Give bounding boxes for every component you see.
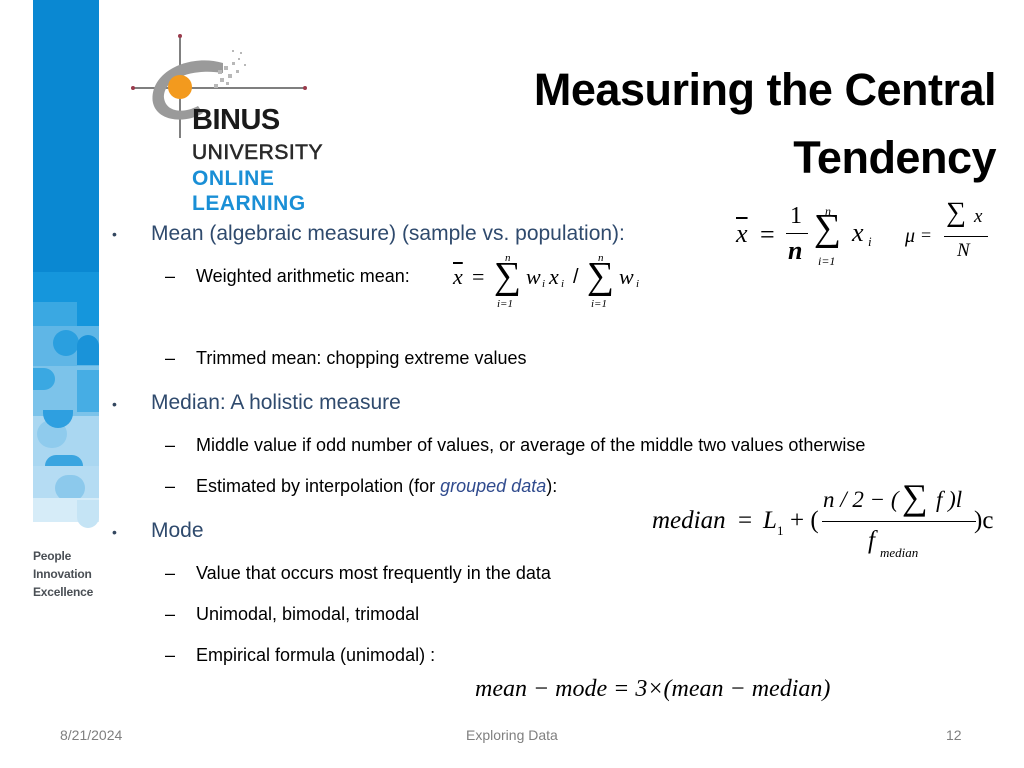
formula-sub-i: i — [868, 234, 872, 249]
sum-lower: i=1 — [818, 254, 836, 268]
subitem-empirical: Empirical formula (unimodal) : — [196, 645, 436, 665]
median-num-left: n / 2 − ( — [823, 487, 899, 512]
formula-sample-mean: x — [736, 219, 748, 248]
wm-slash: / — [573, 266, 579, 288]
fraction-bar — [944, 236, 988, 237]
formula-eq: = — [760, 220, 775, 249]
tagline-innovation: Innovation — [33, 567, 92, 581]
wm-xbar: x — [453, 264, 463, 289]
median-L: L — [763, 507, 777, 534]
dash-marker: – — [165, 604, 176, 624]
bullet-mode: Mode — [151, 519, 204, 542]
median-eq: = — [738, 507, 753, 534]
tagline-excellence: Excellence — [33, 585, 94, 599]
dash-marker: – — [165, 348, 176, 368]
interp-text-end: ): — [546, 476, 558, 496]
footer-date: 8/21/2024 — [60, 727, 123, 743]
dash-marker: – — [165, 645, 176, 665]
subitem-trimmed-mean: Trimmed mean: chopping extreme values — [196, 348, 527, 368]
wm-w2: w — [619, 264, 634, 289]
bullet-mean: Mean (algebraic measure) (sample vs. pop… — [151, 222, 625, 245]
slide-title: Measuring the Central Tendency — [533, 56, 997, 192]
binus-logo: BINUS UNIVERSITY ONLINE LEARNING — [128, 28, 328, 218]
formula-n: n — [788, 236, 803, 265]
formula-one: 1 — [790, 203, 802, 229]
dash-marker: – — [165, 266, 176, 286]
wm-sum2-lower: i=1 — [591, 298, 607, 310]
subitem-middle-value: Middle value if odd number of values, or… — [196, 435, 866, 455]
bullet-median: Median: A holistic measure — [151, 391, 401, 414]
median-close: )c — [974, 507, 994, 534]
footer-title: Exploring Data — [466, 727, 558, 743]
fraction-bar — [786, 233, 808, 234]
logo-learning: LEARNING — [192, 192, 306, 215]
dash-marker: – — [165, 563, 176, 583]
interp-text: Estimated by interpolation (for — [196, 476, 441, 496]
median-plus: + ( — [790, 507, 819, 534]
fraction-bar — [822, 521, 976, 522]
formula-eq2: = — [921, 225, 932, 245]
bullet-marker: • — [112, 524, 117, 540]
wm-w: w — [526, 264, 541, 289]
formula-empirical: mean − mode = 3×(mean − median) — [475, 676, 831, 702]
wm-sub-i: i — [542, 278, 546, 290]
logo-online: ONLINE — [192, 167, 275, 190]
title-line-2: Tendency — [793, 132, 996, 183]
subitem-weighted-mean: Weighted arithmetic mean: — [196, 266, 410, 286]
page-number: 12 — [946, 727, 962, 743]
median-L-sub: 1 — [777, 523, 784, 538]
grouped-data-emphasis: grouped data — [440, 476, 547, 496]
dash-marker: – — [165, 476, 176, 496]
median-lhs: median — [652, 507, 726, 534]
tagline-people: People — [33, 549, 72, 563]
wm-eq: = — [472, 264, 485, 289]
tagline: People Innovation Excellence — [33, 547, 93, 601]
sigma-icon: ∑ — [494, 255, 522, 297]
formula-x2: x — [974, 206, 983, 227]
median-f: f — [868, 527, 875, 554]
formula-mu: μ — [905, 225, 916, 247]
subitem-interpolation: Estimated by interpolation (for grouped … — [196, 476, 557, 497]
wm-sum-lower: i=1 — [497, 298, 513, 310]
median-num-right: f )l — [936, 487, 963, 512]
sidebar-stripe-pattern — [33, 0, 99, 528]
title-line-1: Measuring the Central — [533, 64, 997, 115]
wm-sub-i2: i — [561, 278, 565, 290]
sigma-icon: ∑ — [902, 477, 928, 517]
dash-marker: – — [165, 435, 176, 455]
formula-N: N — [957, 240, 970, 261]
bullet-marker: • — [112, 396, 117, 412]
wm-sub-i3: i — [636, 278, 640, 290]
sigma-icon: ∑ — [946, 197, 966, 228]
wm-x: x — [549, 264, 559, 289]
median-f-sub: median — [880, 545, 919, 560]
logo-university: UNIVERSITY — [192, 141, 324, 165]
subitem-modality: Unimodal, bimodal, trimodal — [196, 604, 420, 624]
logo-binus: BINUS — [192, 104, 280, 136]
sigma-icon: ∑ — [814, 207, 842, 249]
sigma-icon: ∑ — [587, 255, 615, 297]
subitem-most-frequent: Value that occurs most frequently in the… — [196, 563, 551, 583]
formula-x: x — [852, 218, 864, 247]
bullet-marker: • — [112, 226, 117, 242]
